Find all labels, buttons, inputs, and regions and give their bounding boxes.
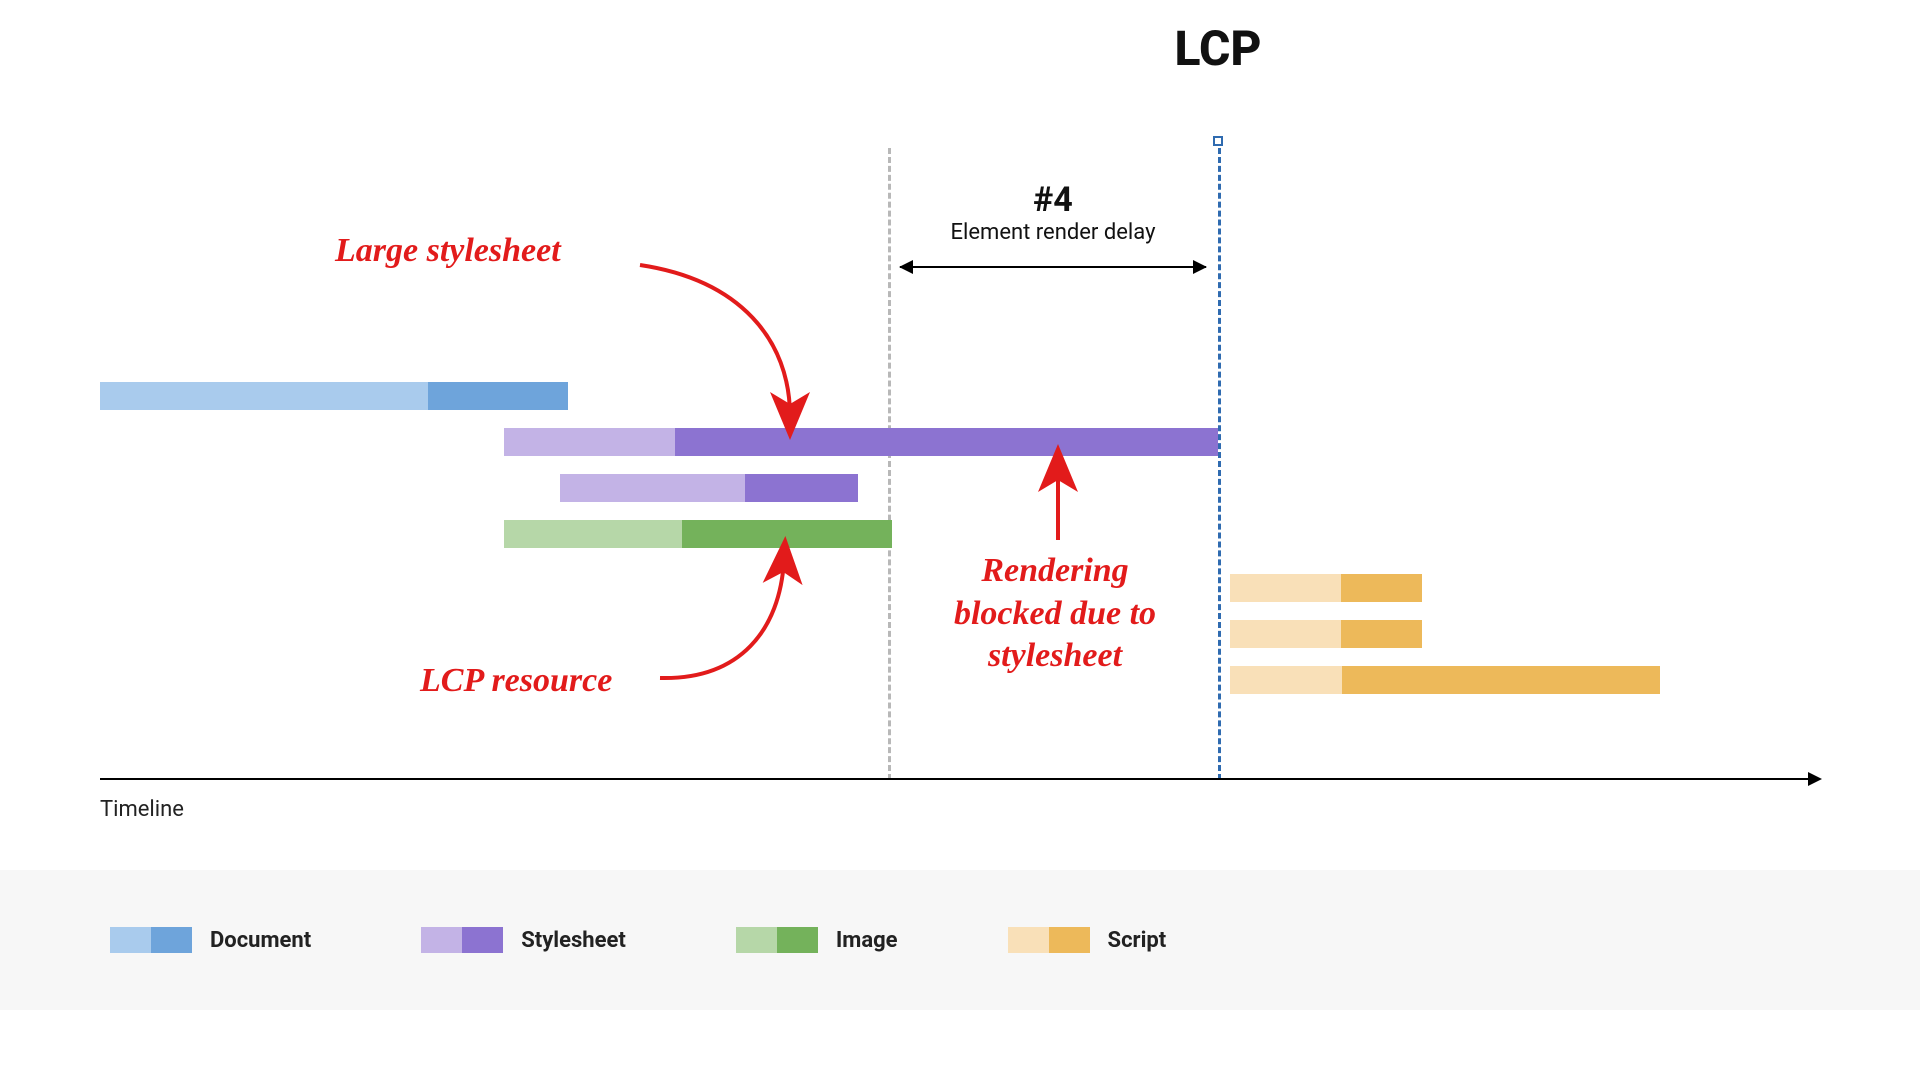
swatch-stylesheet-icon bbox=[421, 927, 503, 953]
legend-stylesheet-label: Stylesheet bbox=[521, 928, 626, 953]
bar-script-1 bbox=[1230, 574, 1422, 602]
lcp-title: LCP bbox=[1174, 20, 1261, 77]
legend-stylesheet: Stylesheet bbox=[421, 927, 626, 953]
legend-image-label: Image bbox=[836, 928, 898, 953]
bar-image-lcp bbox=[504, 520, 892, 548]
swatch-image-icon bbox=[736, 927, 818, 953]
legend-document-label: Document bbox=[210, 928, 311, 953]
phase-label: Element render delay bbox=[951, 220, 1156, 245]
annot-blocking-l1: Rendering bbox=[981, 552, 1128, 589]
legend-document: Document bbox=[110, 927, 311, 953]
bar-stylesheet-large bbox=[504, 428, 1218, 456]
legend-script-label: Script bbox=[1108, 928, 1167, 953]
lcp-line bbox=[1218, 148, 1221, 780]
waterfall-chart: LCP #4 Element render delay Large bbox=[100, 80, 1820, 800]
annot-large-stylesheet: Large stylesheet bbox=[335, 230, 561, 273]
legend: Document Stylesheet Image Script bbox=[0, 870, 1920, 1010]
bar-script-2 bbox=[1230, 620, 1422, 648]
annot-blocking: Rendering blocked due to stylesheet bbox=[950, 550, 1160, 678]
timeline-axis bbox=[100, 778, 1820, 780]
phase-span-arrow-icon bbox=[900, 266, 1206, 268]
swatch-document-icon bbox=[110, 927, 192, 953]
lcp-marker-icon bbox=[1213, 136, 1223, 146]
legend-script: Script bbox=[1008, 927, 1167, 953]
legend-image: Image bbox=[736, 927, 898, 953]
annot-blocking-l3: stylesheet bbox=[988, 637, 1122, 674]
swatch-script-icon bbox=[1008, 927, 1090, 953]
bar-script-3 bbox=[1230, 666, 1660, 694]
phase-number: #4 bbox=[1033, 180, 1073, 220]
bar-stylesheet-small bbox=[560, 474, 858, 502]
annot-lcp-resource: LCP resource bbox=[420, 660, 612, 703]
axis-arrow-icon bbox=[1808, 772, 1822, 786]
render-start-line bbox=[888, 148, 891, 780]
axis-label: Timeline bbox=[100, 797, 184, 822]
bar-document bbox=[100, 382, 568, 410]
annot-blocking-l2: blocked due to bbox=[954, 595, 1156, 632]
